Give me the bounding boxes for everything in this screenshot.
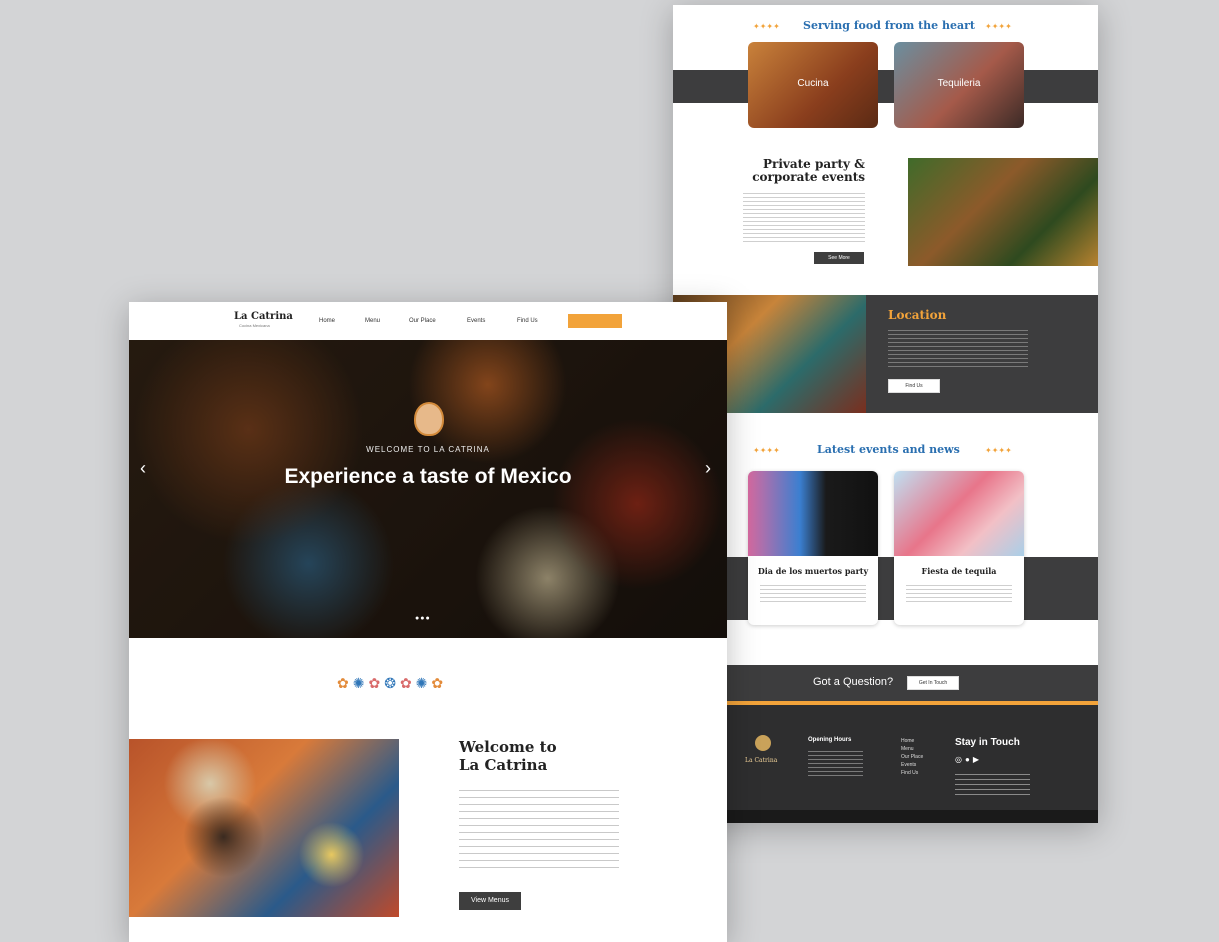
catrina-skull-icon [414,402,444,436]
ornament-icon: ✦✦✦✦ [985,446,1012,455]
welcome-heading: Welcome to La Catrina [459,738,557,774]
footer: La Catrina Opening Hours Home Menu Our P… [673,705,1098,810]
hero-title: Experience a taste of Mexico [284,465,572,488]
nav-events[interactable]: Events [467,318,485,324]
contact-info [955,770,1030,795]
nav-menu[interactable]: Menu [365,318,380,324]
front-page-preview: La Catrina Cocina Mexicana Home Menu Our… [129,302,727,942]
flower-icon: ✿ [337,675,353,691]
see-more-button[interactable]: See More [814,252,864,264]
flower-divider: ✿✺✿❂✿✺✿ [337,675,447,692]
event-card[interactable]: Dia de los muertos party [748,471,878,625]
cucina-label: Cucina [797,78,829,89]
hero-section: WELCOME TO LA CATRINA Experience a taste… [129,340,727,638]
hero-eyebrow: WELCOME TO LA CATRINA [366,445,490,454]
ornament-icon: ✦✦✦✦ [753,446,780,455]
cucina-card[interactable]: Cucina [748,42,878,128]
tequileria-label: Tequileria [937,78,981,89]
catrina-skull-icon [755,735,771,751]
nav-find-us[interactable]: Find Us [517,318,538,324]
carousel-dots[interactable]: ●●● [415,615,431,622]
private-party-heading: Private party & corporate events [733,158,865,184]
footer-nav-item[interactable]: Our Place [901,753,923,761]
copyright-bar [673,810,1098,823]
private-party-text [743,190,865,242]
site-logo-sub: Cocina Mexicana [239,323,270,328]
event-text [906,582,1012,604]
flower-icon: ❂ [384,675,400,691]
location-heading: Location [888,308,947,322]
welcome-heading-line1: Welcome to [459,738,557,756]
footer-nav-item[interactable]: Home [901,737,923,745]
chevron-right-icon[interactable]: › [705,458,711,479]
flower-icon: ✿ [399,675,416,691]
footer-logo: La Catrina [745,757,778,764]
location-text [888,327,1028,367]
footer-nav: Home Menu Our Place Events Find Us [901,737,923,777]
serving-heading-row: ✦✦✦✦ Serving food from the heart ✦✦✦✦ [753,19,1018,35]
find-us-button[interactable]: Find Us [888,379,940,393]
question-text: Got a Question? [813,676,894,688]
facebook-icon[interactable]: ● [965,755,973,764]
footer-nav-item[interactable]: Events [901,761,923,769]
view-menus-button[interactable]: View Menus [459,892,521,910]
nav-home[interactable]: Home [319,318,335,324]
flower-icon: ✿ [431,675,448,691]
social-icons: ◎●▶ [955,755,982,764]
chevron-left-icon[interactable]: ‹ [140,458,146,479]
youtube-icon[interactable]: ▶ [973,755,982,764]
question-bar: Got a Question? Get In Touch [673,665,1098,701]
book-table-button[interactable] [568,314,622,328]
tequila-photo [894,471,1024,556]
site-logo[interactable]: La Catrina [234,311,293,322]
flower-icon: ✿ [368,675,385,691]
welcome-heading-line2: La Catrina [459,756,548,774]
stay-in-touch-heading: Stay in Touch [955,737,1020,748]
tequileria-card[interactable]: Tequileria [894,42,1024,128]
hero-overlay [129,340,727,638]
footer-nav-item[interactable]: Menu [901,745,923,753]
opening-hours-text [808,748,863,778]
event-title: Dia de los muertos party [757,566,869,576]
events-band [673,557,1098,620]
serving-band [673,70,1098,103]
welcome-food-photo [129,739,399,917]
event-title: Fiesta de tequila [921,566,997,576]
garden-photo [908,158,1098,266]
event-card[interactable]: Fiesta de tequila [894,471,1024,625]
event-text [760,582,866,604]
flower-icon: ✺ [415,675,432,691]
get-in-touch-button[interactable]: Get In Touch [907,676,959,690]
ornament-icon: ✦✦✦✦ [753,22,780,31]
nav-our-place[interactable]: Our Place [409,318,436,324]
dia-muertos-photo [748,471,878,556]
footer-nav-item[interactable]: Find Us [901,769,923,777]
events-heading: Latest events and news [817,443,960,456]
instagram-icon[interactable]: ◎ [955,755,965,764]
events-heading-row: ✦✦✦✦ Latest events and news ✦✦✦✦ [753,443,1018,459]
opening-hours-heading: Opening Hours [808,737,852,743]
private-party-heading-line2: corporate events [752,170,865,184]
back-page-preview: ✦✦✦✦ Serving food from the heart ✦✦✦✦ Cu… [673,5,1098,823]
site-header: La Catrina Cocina Mexicana Home Menu Our… [129,302,727,340]
flower-icon: ✺ [352,675,369,691]
serving-heading: Serving food from the heart [803,19,975,32]
welcome-text [459,784,619,874]
ornament-icon: ✦✦✦✦ [985,22,1012,31]
